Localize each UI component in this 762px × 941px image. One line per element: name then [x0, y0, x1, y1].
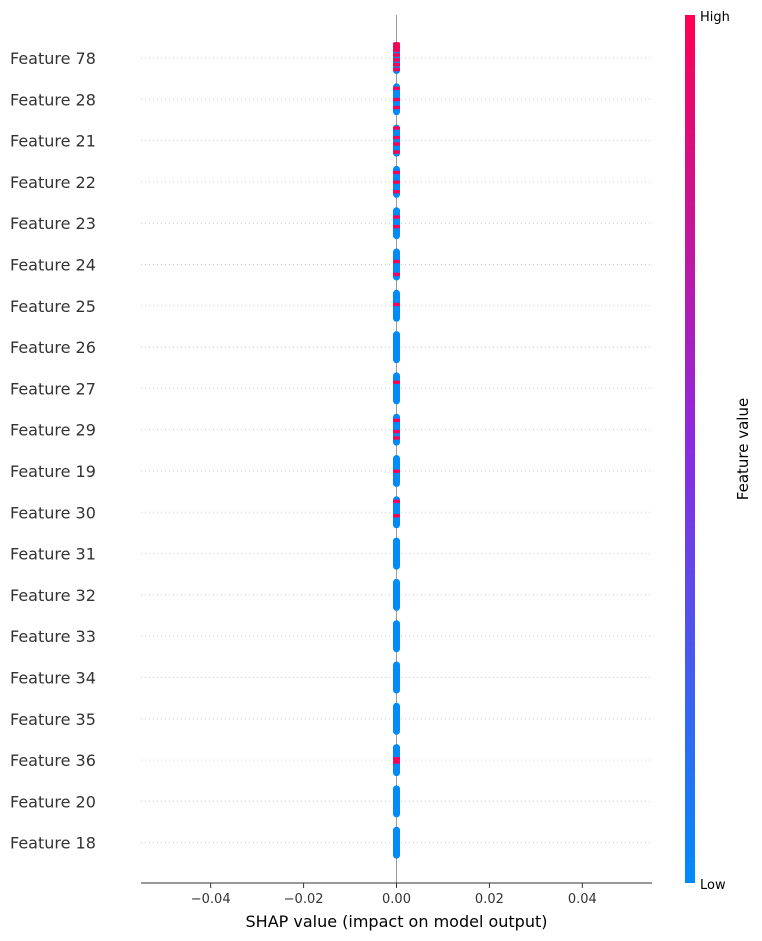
- data-point-high: [393, 180, 400, 184]
- data-point-high: [393, 469, 400, 473]
- x-tick-label: −0.02: [284, 892, 324, 907]
- data-point-cluster: [393, 620, 400, 653]
- data-point-cluster: [393, 207, 400, 240]
- feature-label: Feature 22: [10, 173, 96, 192]
- data-point-high: [393, 48, 400, 52]
- feature-labels: Feature 78 Feature 28 Feature 21 Feature 22…: [10, 49, 96, 853]
- data-point-high: [393, 272, 400, 277]
- data-point-high: [393, 105, 400, 110]
- data-point-cluster: [393, 702, 400, 735]
- data-point-high: [393, 302, 400, 307]
- colorbar-high-label: High: [700, 10, 730, 25]
- feature-label: Feature 36: [10, 751, 96, 770]
- x-tick-label: 0.02: [475, 892, 504, 907]
- data-point-high: [393, 259, 400, 264]
- data-point-high: [393, 62, 400, 67]
- data-point-high: [393, 760, 400, 764]
- data-point-cluster: [393, 331, 400, 364]
- data-point-high: [393, 170, 400, 175]
- colorbar-title: Feature value: [734, 398, 752, 500]
- data-point-high: [393, 190, 400, 194]
- data-point-cluster: [393, 537, 400, 570]
- data-point-high: [393, 45, 400, 49]
- data-point-high: [393, 418, 400, 423]
- data-point-high: [393, 215, 400, 219]
- data-point-high: [393, 514, 400, 518]
- data-point-high: [393, 436, 400, 440]
- colorbar-gradient: [685, 15, 695, 883]
- data-point-cluster: [393, 413, 400, 446]
- x-axis-title: SHAP value (impact on model output): [246, 912, 548, 931]
- data-point-high: [393, 142, 400, 146]
- feature-label: Feature 33: [10, 627, 96, 646]
- data-point-high: [393, 429, 400, 434]
- data-point-high: [393, 86, 400, 91]
- data-point-high: [393, 224, 400, 229]
- data-point-cluster: [393, 785, 400, 818]
- feature-label: Feature 21: [10, 132, 96, 151]
- data-point-high: [393, 150, 400, 154]
- feature-label: Feature 78: [10, 49, 96, 68]
- data-point-cluster: [393, 661, 400, 694]
- data-point-high: [393, 42, 400, 46]
- x-tick-label: 0.00: [382, 892, 411, 907]
- feature-label: Feature 20: [10, 792, 96, 811]
- x-axis: −0.04 −0.02 0.00 0.02 0.04: [141, 882, 652, 907]
- data-point-high: [393, 53, 400, 57]
- data-point-cluster: [393, 826, 400, 859]
- data-point-high: [393, 380, 400, 384]
- feature-label: Feature 28: [10, 90, 96, 109]
- data-point-high: [393, 97, 400, 102]
- feature-label: Feature 25: [10, 297, 96, 316]
- data-point-cluster: [393, 372, 400, 405]
- x-tick-label: −0.04: [191, 892, 231, 907]
- data-point-high: [393, 757, 400, 761]
- data-point-high: [393, 499, 400, 504]
- feature-label: Feature 29: [10, 421, 96, 440]
- feature-label: Feature 34: [10, 669, 96, 688]
- feature-label: Feature 32: [10, 586, 96, 605]
- feature-label: Feature 18: [10, 834, 96, 853]
- feature-label: Feature 35: [10, 710, 96, 729]
- feature-label: Feature 23: [10, 214, 96, 233]
- data-point-high: [393, 135, 400, 140]
- x-tick-label: 0.04: [568, 892, 597, 907]
- data-point-high: [393, 67, 400, 72]
- feature-label: Feature 27: [10, 379, 96, 398]
- colorbar: High Low Feature value: [685, 10, 752, 893]
- data-point-high: [393, 126, 400, 130]
- feature-label: Feature 26: [10, 338, 96, 357]
- feature-label: Feature 31: [10, 545, 96, 564]
- feature-label: Feature 19: [10, 462, 96, 481]
- shap-summary-chart: Feature 78 Feature 28 Feature 21 Feature 22…: [10, 10, 752, 931]
- data-point-cluster: [393, 578, 400, 611]
- colorbar-low-label: Low: [700, 878, 726, 893]
- feature-label: Feature 24: [10, 256, 96, 275]
- feature-label: Feature 30: [10, 503, 96, 522]
- data-point-high: [393, 58, 400, 62]
